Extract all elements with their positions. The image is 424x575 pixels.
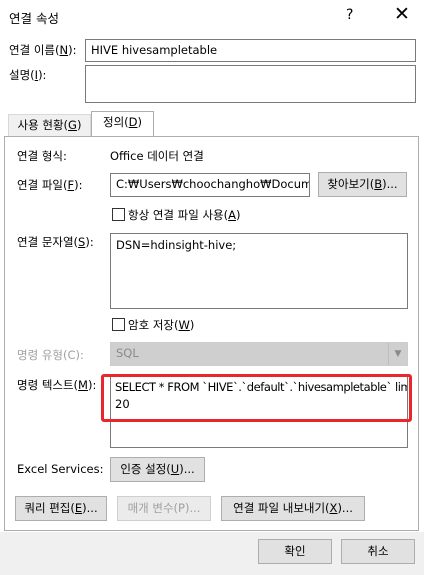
always-use-file-label: 항상 연결 파일 사용(A) [128,208,241,222]
edit-query-button[interactable]: 쿼리 편집(E)... [15,496,107,521]
ok-button[interactable]: 확인 [258,539,332,564]
chevron-down-icon: ▼ [388,343,407,365]
save-password-checkbox[interactable] [112,318,125,331]
command-text-line-1: SELECT * FROM `HIVE`.`default`.`hivesamp… [115,380,408,394]
connection-file-label: 연결 파일(F): [17,178,83,192]
connection-type-value: Office 데이터 연결 [110,149,204,163]
close-icon[interactable]: ✕ [394,3,410,25]
auth-settings-button[interactable]: 인증 설정(U)... [110,457,205,482]
command-type-label: 명령 유형(C): [17,348,84,362]
cancel-button[interactable]: 취소 [341,539,415,564]
tab-usage[interactable]: 사용 현황(G) [8,114,91,136]
connection-string-label: 연결 문자열(S): [17,235,94,249]
command-text-input[interactable]: SELECT * FROM `HIVE`.`default`.`hivesamp… [110,374,408,448]
connection-string-input[interactable]: DSN=hdinsight-hive; [110,233,408,309]
save-password-label: 암호 저장(W) [128,318,195,332]
always-use-file-checkbox[interactable] [112,208,125,221]
description-input[interactable] [85,65,416,103]
command-type-select[interactable]: SQL [110,342,408,366]
connection-type-label: 연결 형식: [17,149,67,163]
export-connection-button[interactable]: 연결 파일 내보내기(X)... [221,496,365,521]
tab-definition[interactable]: 정의(D) [91,111,154,136]
parameters-button[interactable]: 매개 변수(P)... [117,496,211,521]
browse-button[interactable]: 찾아보기(B)... [318,172,407,197]
command-text-line-2: 20 [115,397,130,411]
description-label: 설명(I): [9,68,47,82]
connection-file-input[interactable]: C:₩Users₩choochangho₩Documen [110,173,310,197]
command-text-label: 명령 텍스트(M): [17,378,97,392]
connection-name-input[interactable]: HIVE hivesampletable [85,39,416,62]
excel-services-label: Excel Services: [17,462,104,476]
title-bar [0,0,424,32]
window-title: 연결 속성 [9,11,59,26]
help-button[interactable]: ? [346,7,353,23]
connection-name-label: 연결 이름(N): [9,43,77,57]
